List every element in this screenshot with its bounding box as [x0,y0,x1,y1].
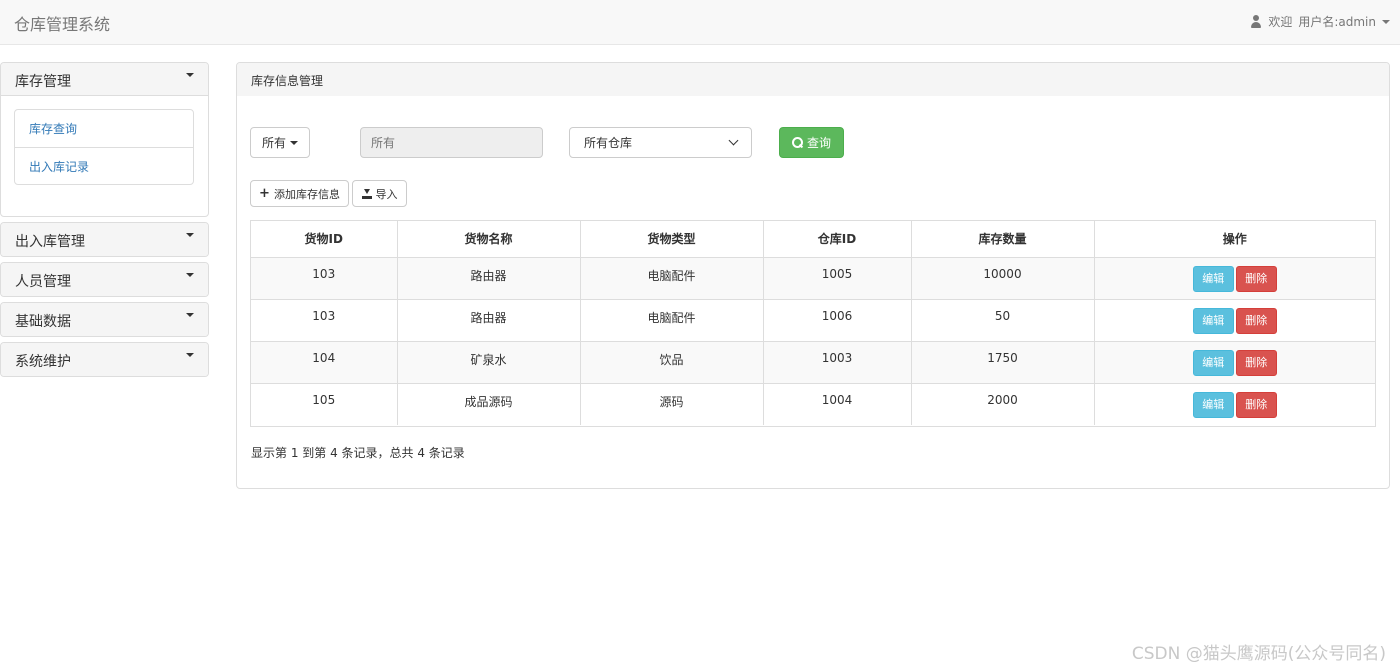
add-inventory-button[interactable]: + 添加库存信息 [250,180,349,207]
sidebar-item-io-records[interactable]: 出入库记录 [15,147,193,184]
app-title[interactable]: 仓库管理系统 [14,11,110,35]
watermark-text: CSDN @猫头鹰源码(公众号同名) [1131,644,1386,664]
delete-button[interactable]: 删除 [1235,307,1277,334]
warehouse-select[interactable]: 所有仓库 [569,127,752,158]
filter-type-label: 所有 [261,136,286,150]
chevron-down-icon [186,353,194,357]
sidebar-group-heading[interactable]: 人员管理 [1,263,208,296]
edit-button[interactable]: 编辑 [1192,307,1234,334]
user-menu[interactable]: 欢迎 用户名:admin [1250,13,1390,30]
cell-quantity: 2000 [910,382,1094,425]
cell-quantity: 50 [910,298,1094,341]
sidebar-group-heading[interactable]: 基础数据 [1,303,208,336]
sidebar-group-body: 库存查询 出入库记录 [1,96,208,216]
cell-warehouse-id: 1004 [762,382,911,425]
sidebar: 库存管理 库存查询 出入库记录 出入库管理 人员管理 基础数据 系统维护 [0,62,209,382]
cell-goods-type: 饮品 [579,340,763,383]
user-icon [1250,15,1262,28]
import-button[interactable]: 导入 [352,180,407,207]
sidebar-group-heading[interactable]: 库存管理 [1,63,208,96]
navbar: 仓库管理系统 欢迎 用户名:admin [0,0,1400,45]
query-button-label: 查询 [806,136,831,150]
filter-type-dropdown[interactable]: 所有 [250,127,310,158]
column-header[interactable]: 库存数量 [910,221,1094,257]
inventory-panel: 库存信息管理 所有 所有仓库 查询 + 添加库存信息 导入 货物ID 货物名称 [236,62,1390,489]
cell-quantity: 1750 [910,340,1094,383]
welcome-text: 欢迎 [1268,15,1293,29]
sidebar-group-label: 库存管理 [15,74,71,90]
cell-goods-id: 104 [251,340,397,383]
import-label: 导入 [375,187,398,201]
edit-button[interactable]: 编辑 [1192,391,1234,418]
chevron-down-icon [728,135,739,146]
table-header-row: 货物ID 货物名称 货物类型 仓库ID 库存数量 操作 [251,221,1375,257]
delete-button[interactable]: 删除 [1235,391,1277,418]
cell-goods-type: 源码 [579,382,763,425]
cell-goods-name: 矿泉水 [396,340,580,383]
column-header[interactable]: 仓库ID [762,221,911,257]
pagination-info: 显示第 1 到第 4 条记录，总共 4 条记录 [251,446,465,460]
sidebar-group-label: 系统维护 [15,354,71,370]
cell-actions: 编辑 删除 [1093,256,1375,299]
cell-goods-name: 路由器 [396,256,580,299]
page-title: 库存信息管理 [237,63,1389,96]
search-input[interactable] [360,127,543,158]
sidebar-list: 库存查询 出入库记录 [14,109,194,185]
chevron-down-icon [186,73,194,77]
delete-button[interactable]: 删除 [1235,265,1277,292]
add-inventory-label: 添加库存信息 [273,187,340,201]
sidebar-group-basedata: 基础数据 [0,302,209,337]
chevron-down-icon [186,273,194,277]
edit-button[interactable]: 编辑 [1192,265,1234,292]
column-header: 操作 [1093,221,1375,257]
sidebar-group-heading[interactable]: 出入库管理 [1,223,208,256]
delete-button[interactable]: 删除 [1235,349,1277,376]
sidebar-item-inventory-query[interactable]: 库存查询 [15,110,193,147]
chevron-down-icon [186,313,194,317]
cell-quantity: 10000 [910,256,1094,299]
plus-icon: + [259,186,270,201]
column-header[interactable]: 货物ID [251,221,397,257]
chevron-down-icon [186,233,194,237]
sidebar-group-staff: 人员管理 [0,262,209,297]
import-icon [361,188,372,199]
edit-button[interactable]: 编辑 [1192,349,1234,376]
search-icon [791,137,803,148]
cell-goods-id: 105 [251,382,397,425]
sidebar-group-inventory: 库存管理 库存查询 出入库记录 [0,62,209,217]
column-header[interactable]: 货物类型 [579,221,763,257]
cell-warehouse-id: 1005 [762,256,911,299]
sidebar-group-system: 系统维护 [0,342,209,377]
cell-goods-type: 电脑配件 [579,298,763,341]
cell-actions: 编辑 删除 [1093,298,1375,341]
table-row: 103 路由器 电脑配件 1006 50 编辑 删除 [251,298,1375,341]
cell-goods-id: 103 [251,256,397,299]
cell-actions: 编辑 删除 [1093,340,1375,383]
cell-warehouse-id: 1006 [762,298,911,341]
username-text[interactable]: 用户名:admin [1298,13,1376,30]
cell-warehouse-id: 1003 [762,340,911,383]
sidebar-group-label: 人员管理 [15,274,71,290]
warehouse-select-value: 所有仓库 [584,136,633,150]
table-row: 105 成品源码 源码 1004 2000 编辑 删除 [251,382,1375,425]
sidebar-group-label: 基础数据 [15,314,71,330]
table-row: 104 矿泉水 饮品 1003 1750 编辑 删除 [251,340,1375,383]
sidebar-group-label: 出入库管理 [15,234,85,250]
chevron-down-icon [290,140,298,145]
cell-goods-name: 路由器 [396,298,580,341]
cell-actions: 编辑 删除 [1093,382,1375,425]
query-button[interactable]: 查询 [779,127,844,158]
sidebar-group-heading[interactable]: 系统维护 [1,343,208,376]
cell-goods-id: 103 [251,298,397,341]
cell-goods-type: 电脑配件 [579,256,763,299]
inventory-table: 货物ID 货物名称 货物类型 仓库ID 库存数量 操作 103 路由器 电脑配件… [250,220,1376,427]
chevron-down-icon [1382,19,1390,24]
sidebar-group-io: 出入库管理 [0,222,209,257]
column-header[interactable]: 货物名称 [396,221,580,257]
cell-goods-name: 成品源码 [396,382,580,425]
table-row: 103 路由器 电脑配件 1005 10000 编辑 删除 [251,256,1375,299]
